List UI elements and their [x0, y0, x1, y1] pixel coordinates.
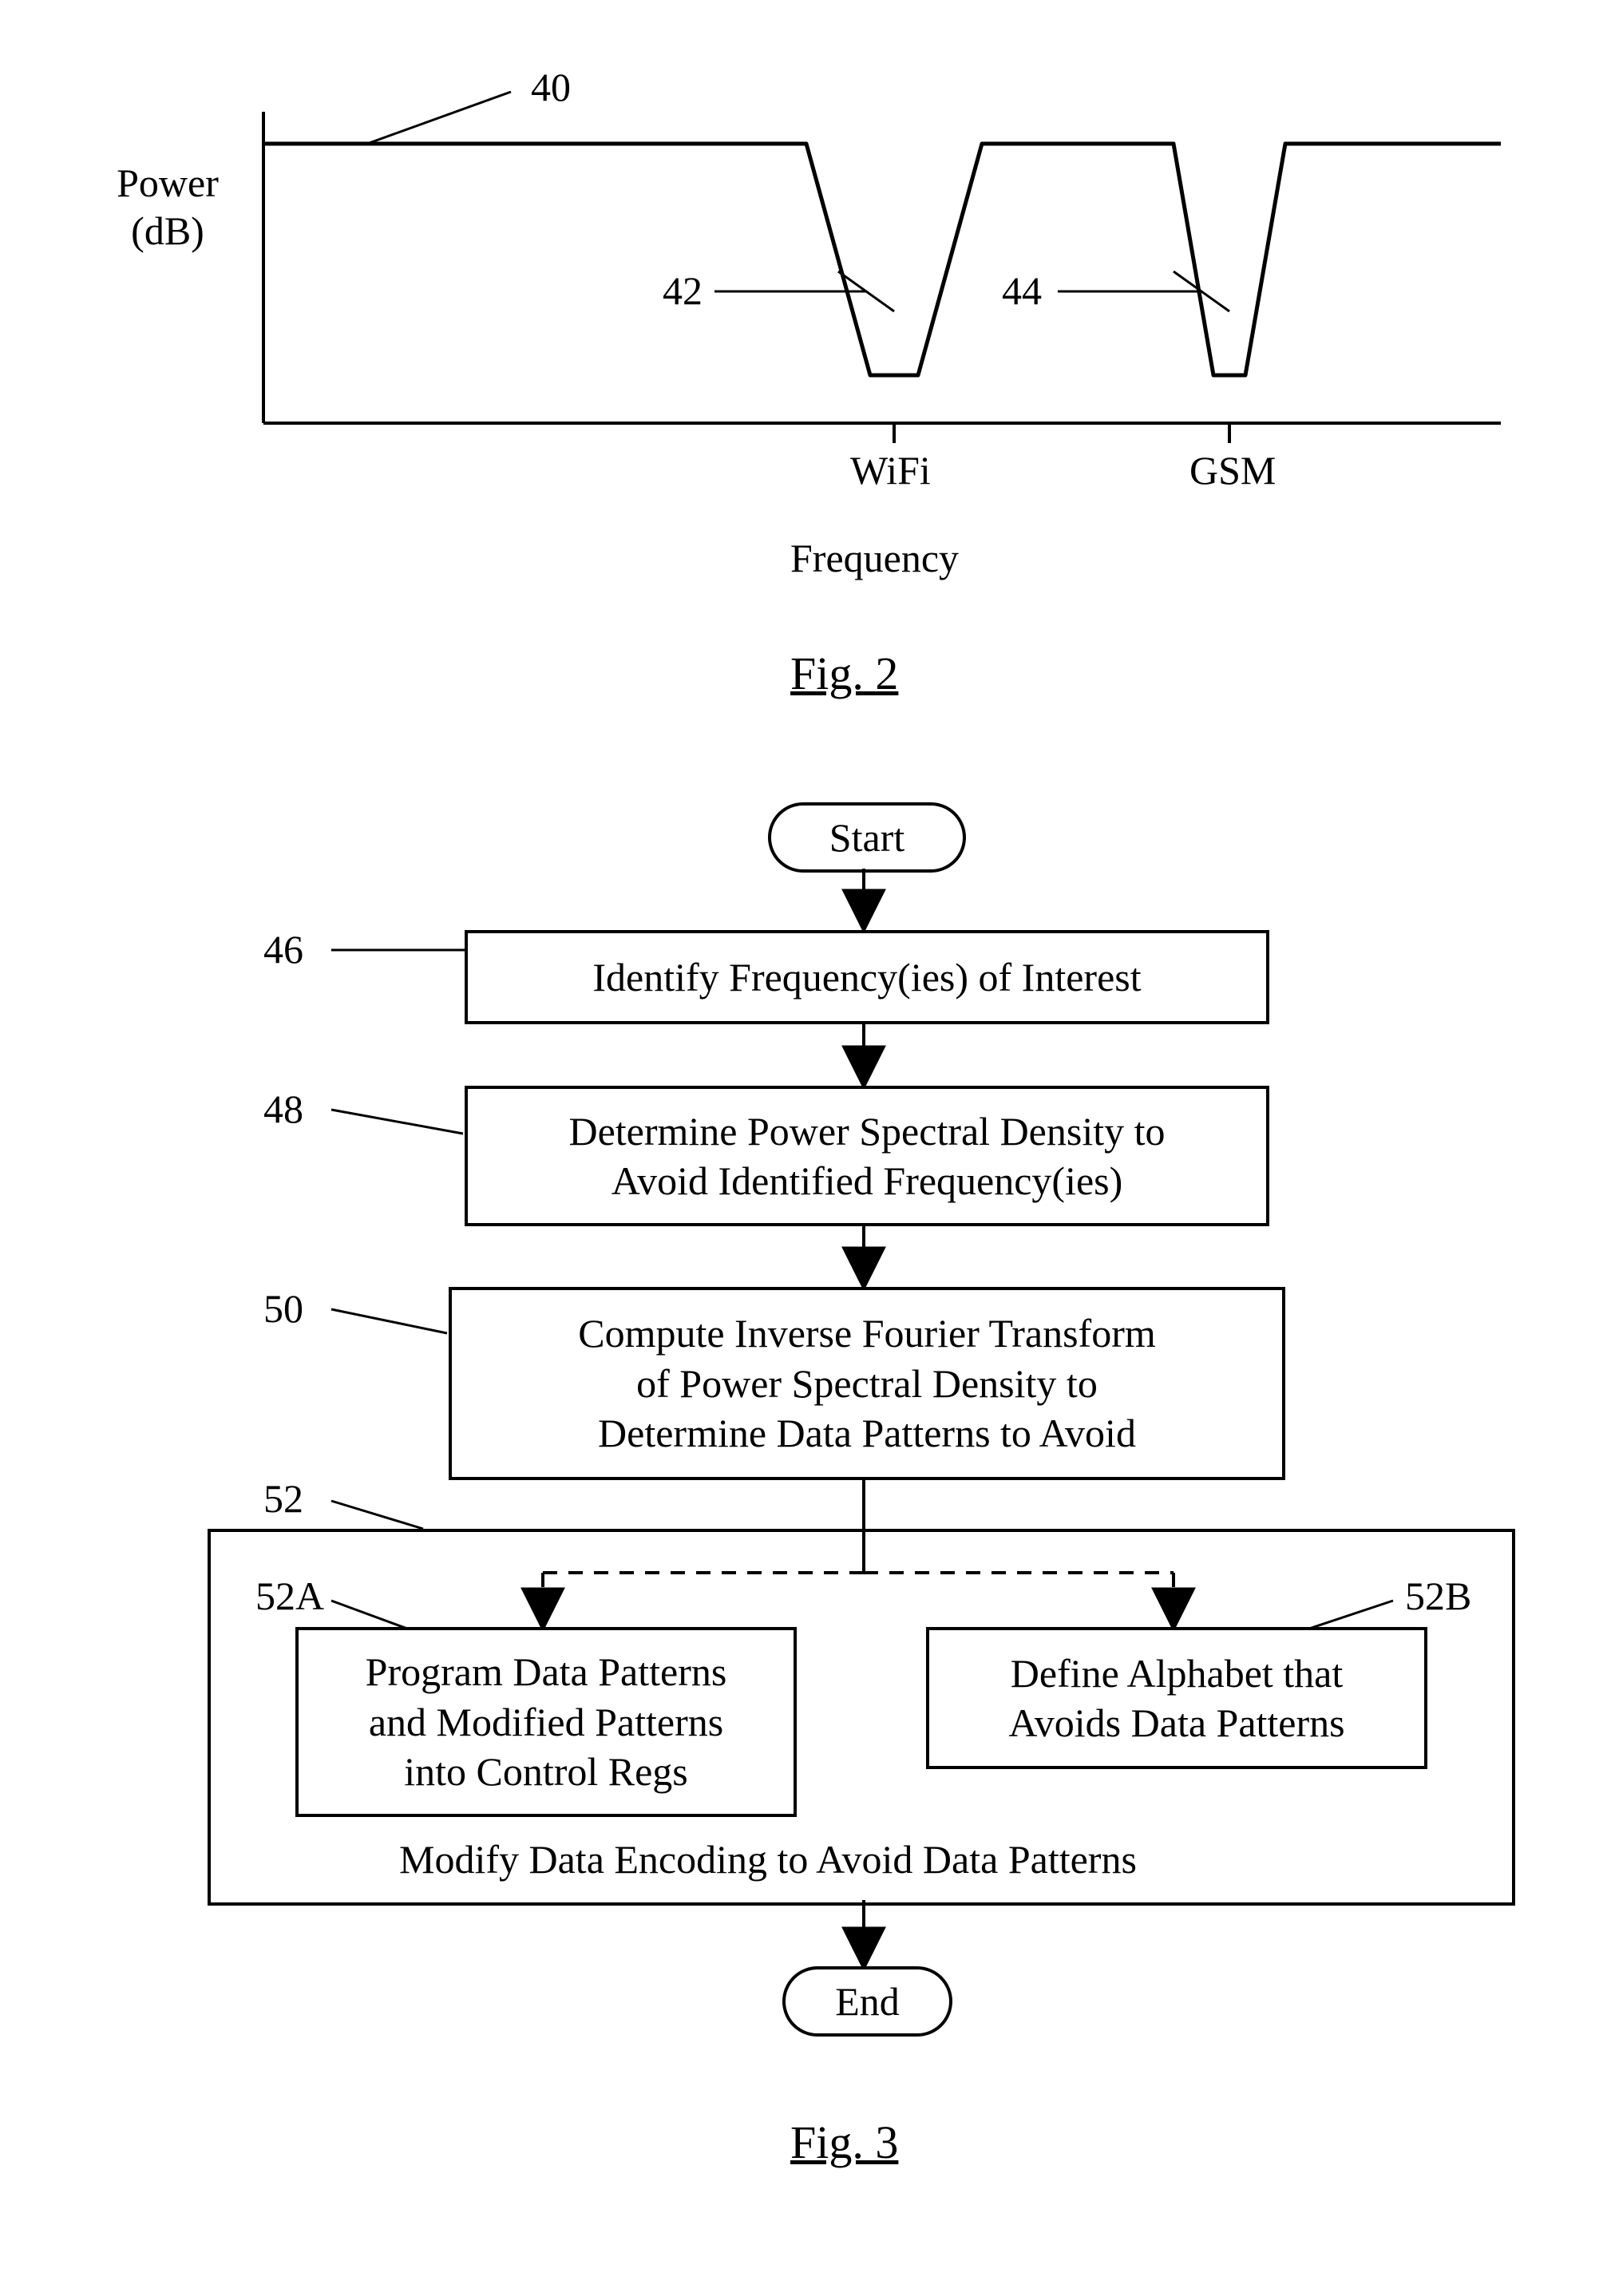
- flow-end: End: [782, 1966, 952, 2037]
- flow-step-50: Compute Inverse Fourier Transform of Pow…: [449, 1287, 1285, 1480]
- flow-step-46: Identify Frequency(ies) of Interest: [465, 930, 1269, 1024]
- flow-step-48: Determine Power Spectral Density to Avoi…: [465, 1086, 1269, 1226]
- step50-l2: of Power Spectral Density to: [636, 1359, 1098, 1409]
- flow-step-52a: Program Data Patterns and Modified Patte…: [295, 1627, 797, 1817]
- ref-52b: 52B: [1405, 1573, 1471, 1619]
- ref-48: 48: [263, 1086, 303, 1132]
- ref-46: 46: [263, 926, 303, 972]
- ref-50: 50: [263, 1285, 303, 1332]
- flow-step-52b: Define Alphabet that Avoids Data Pattern…: [926, 1627, 1427, 1769]
- ref-52: 52: [263, 1475, 303, 1522]
- step52-caption: Modify Data Encoding to Avoid Data Patte…: [399, 1836, 1137, 1882]
- step48-l2: Avoid Identified Frequency(ies): [612, 1156, 1123, 1206]
- step52a-l1: Program Data Patterns: [366, 1647, 727, 1697]
- step52b-l1: Define Alphabet that: [1011, 1649, 1344, 1699]
- step52a-l3: into Control Regs: [404, 1747, 688, 1797]
- fig3-label: Fig. 3: [790, 2116, 898, 2169]
- step50-l3: Determine Data Patterns to Avoid: [598, 1408, 1136, 1459]
- step52b-l2: Avoids Data Patterns: [1008, 1698, 1344, 1748]
- ref-52a: 52A: [255, 1573, 324, 1619]
- step46-text: Identify Frequency(ies) of Interest: [592, 952, 1141, 1003]
- step48-l1: Determine Power Spectral Density to: [568, 1106, 1165, 1157]
- step52a-l2: and Modified Patterns: [369, 1697, 723, 1748]
- step50-l1: Compute Inverse Fourier Transform: [578, 1308, 1156, 1359]
